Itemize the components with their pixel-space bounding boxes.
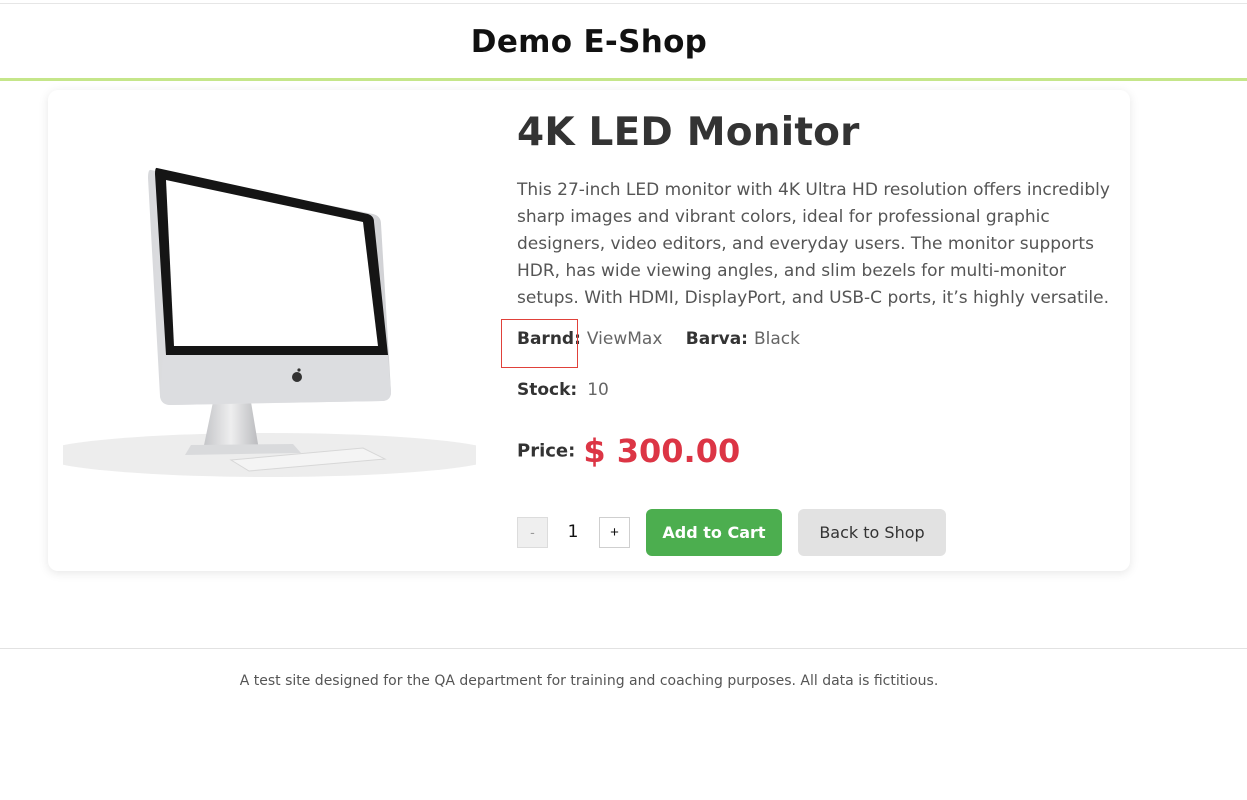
quantity-input[interactable]: 1: [554, 517, 592, 548]
stock-spec: Stock: 10: [517, 380, 609, 400]
brand-label-highlight: [501, 319, 578, 368]
color-spec: Barva: Black: [686, 329, 800, 349]
color-label: Barva:: [685, 329, 748, 349]
price-label: Price:: [517, 440, 576, 462]
site-header: Demo E-Shop: [0, 3, 1247, 81]
brand-value: ViewMax: [586, 329, 663, 349]
product-image: [39, 150, 499, 488]
product-title: 4K LED Monitor: [517, 110, 860, 155]
quantity-increase-button[interactable]: +: [599, 517, 630, 548]
stock-value: 10: [587, 380, 609, 400]
stock-label: Stock:: [517, 380, 578, 400]
price-value: $ 300.00: [583, 432, 741, 470]
footer-text: A test site designed for the QA departme…: [239, 673, 939, 689]
color-value: Black: [753, 329, 800, 349]
site-title: Demo E-Shop: [470, 24, 708, 60]
monitor-icon: [39, 167, 499, 477]
product-card: 4K LED Monitor This 27-inch LED monitor …: [39, 90, 1130, 571]
quantity-decrease-button[interactable]: -: [517, 517, 548, 548]
price-row: Price: $ 300.00: [517, 432, 740, 470]
add-to-cart-button[interactable]: Add to Cart: [646, 509, 782, 556]
back-to-shop-button[interactable]: Back to Shop: [798, 509, 946, 556]
site-footer: A test site designed for the QA departme…: [0, 648, 1247, 800]
product-description: This 27-inch LED monitor with 4K Ultra H…: [517, 180, 1110, 308]
